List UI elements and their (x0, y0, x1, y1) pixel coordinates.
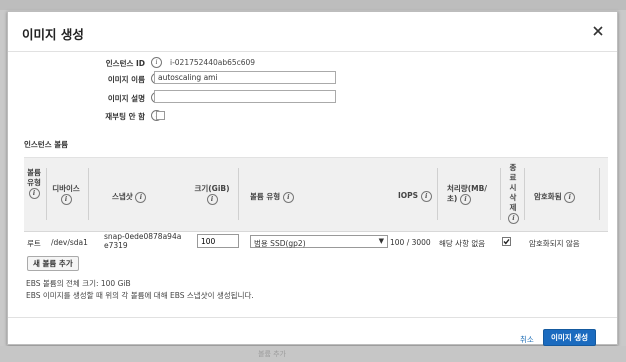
row-device: /dev/sda1 (51, 238, 88, 247)
header-snapshot[interactable]: 스냅샷 i (112, 191, 147, 203)
header-delete-on-termination[interactable]: 종료 시 삭제 i (508, 163, 519, 224)
image-name-input[interactable] (154, 71, 336, 84)
info-icon[interactable]: i (564, 192, 576, 203)
create-image-dialog: 이미지 생성 인스턴스 ID i i-021752440ab65c609 이미지… (7, 11, 620, 346)
info-icon[interactable]: i (206, 194, 218, 205)
instance-id-row: 인스턴스 ID i i-021752440ab65c609 (8, 55, 620, 69)
column-divider (88, 168, 89, 220)
column-divider (524, 168, 525, 220)
instance-id-label: 인스턴스 ID (105, 59, 145, 68)
header-device[interactable]: 디바이스 i (50, 184, 82, 205)
image-name-row: 이미지 이름 i (8, 71, 620, 85)
header-snapshot-label: 스냅샷 (112, 192, 133, 201)
column-divider (500, 168, 501, 220)
header-encrypted-label: 암호화됨 (534, 192, 562, 201)
page-backdrop (0, 0, 626, 10)
total-size-note: EBS 볼륨의 전체 크기: 100 GiB (26, 279, 131, 288)
info-icon[interactable]: i (459, 194, 471, 205)
dialog-title: 이미지 생성 (22, 27, 84, 42)
info-icon[interactable]: i (508, 213, 519, 224)
add-volume-button[interactable]: 새 볼륨 추가 (27, 256, 79, 271)
header-iops[interactable]: IOPS i (398, 191, 432, 202)
delete-on-termination-checkbox[interactable] (502, 237, 511, 246)
header-volume-kind-label: 볼륨 유형 (250, 192, 281, 201)
row-encrypted: 암호화되지 않음 (529, 239, 580, 248)
footer-divider (8, 317, 617, 318)
row-iops: 100 / 3000 (390, 238, 431, 247)
row-throughput: 해당 사항 없음 (439, 239, 486, 248)
header-volume-kind[interactable]: 볼륨 유형 i (250, 191, 294, 203)
instance-id-value: i-021752440ab65c609 (170, 58, 256, 67)
header-volume-type[interactable]: 볼륨 유형 i (27, 168, 41, 199)
size-input[interactable] (197, 234, 239, 248)
image-description-label: 이미지 설명 (107, 94, 145, 103)
info-icon[interactable]: i (135, 192, 147, 203)
no-reboot-checkbox[interactable] (156, 111, 165, 120)
image-description-input[interactable] (154, 90, 336, 103)
page-backdrop-bottom (0, 346, 626, 362)
chevron-down-icon: ▼ (378, 237, 384, 245)
row-snapshot[interactable]: snap-0ede0878a94ae7319 (104, 232, 184, 250)
header-iops-label: IOPS (398, 191, 419, 200)
image-name-label: 이미지 이름 (107, 75, 145, 84)
header-encrypted[interactable]: 암호화됨 i (534, 191, 576, 203)
info-icon[interactable]: i (420, 191, 432, 202)
background-add-volume-text: 볼륨 추가 (258, 350, 286, 358)
header-size-label: 크기(GiB) (194, 184, 230, 193)
close-icon[interactable] (591, 24, 605, 38)
no-reboot-row: 재부팅 안 함 i (8, 108, 620, 122)
volume-type-select-value: 범용 SSD(gp2) (254, 239, 306, 248)
image-description-row: 이미지 설명 i (8, 90, 620, 104)
column-divider (599, 168, 600, 220)
header-throughput[interactable]: 처리량(MB/초) i (447, 184, 491, 205)
snapshot-note: EBS 이미지를 생성할 때 위의 각 볼륨에 대해 EBS 스냅샷이 생성됩니… (26, 291, 254, 300)
column-divider (437, 168, 438, 220)
header-volume-type-label: 볼륨 유형 (27, 168, 41, 187)
no-reboot-label: 재부팅 안 함 (105, 112, 145, 121)
volumes-table-header: 볼륨 유형 i 디바이스 i 스냅샷 i 크기(GiB) i 볼륨 유형 i I… (24, 157, 608, 232)
dialog-header: 이미지 생성 (8, 12, 617, 52)
column-divider (46, 168, 47, 220)
column-divider (238, 168, 239, 220)
create-image-button[interactable]: 이미지 생성 (543, 329, 596, 346)
volume-type-select[interactable]: 범용 SSD(gp2) ▼ (250, 235, 388, 248)
info-icon[interactable]: i (151, 57, 162, 68)
info-icon[interactable]: i (28, 188, 40, 199)
info-icon[interactable]: i (282, 192, 294, 203)
instance-volumes-heading: 인스턴스 볼륨 (24, 140, 69, 149)
header-device-label: 디바이스 (52, 184, 80, 193)
info-icon[interactable]: i (60, 194, 72, 205)
header-delete-on-termination-label: 종료 시 삭제 (509, 163, 517, 212)
cancel-link[interactable]: 취소 (520, 334, 534, 345)
header-size[interactable]: 크기(GiB) i (194, 184, 230, 205)
row-volume-type: 루트 (27, 239, 41, 248)
